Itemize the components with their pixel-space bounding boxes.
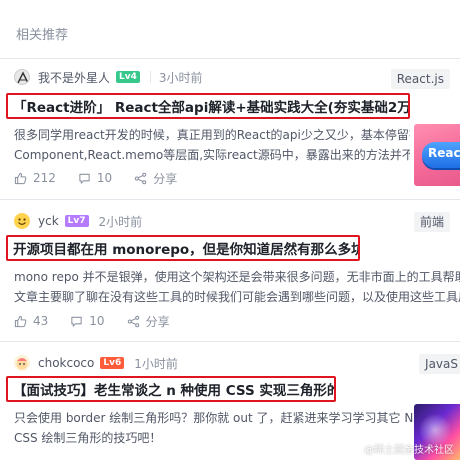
article-actions: 43 10 分享	[14, 312, 192, 330]
level-badge: Lv4	[116, 71, 140, 83]
article-meta: 我不是外星人 Lv4 3小时前	[14, 67, 203, 87]
excerpt-line: Component,React.memo等层面,实际react源码中，暴露出来的…	[14, 148, 410, 162]
share-label: 分享	[153, 171, 178, 186]
excerpt-line: 文章主要聊了聊在没有这些工具的时候我们可能会遇到哪些问题，以及使用这些工具后解决…	[14, 290, 460, 304]
avatar[interactable]	[14, 213, 30, 229]
article-title-text: 【面试技巧】老生常谈之 n 种使用 CSS 实现三角形的技巧	[13, 383, 336, 399]
article-actions: 212 10 分享	[14, 169, 199, 187]
author-name[interactable]: chokcoco	[38, 356, 94, 370]
author-name[interactable]: 我不是外星人	[38, 69, 110, 86]
article-excerpt[interactable]: 只会使用 border 绘制三角形吗？那你就 out 了，赶紧进来学习学习其它 …	[14, 408, 414, 448]
avatar[interactable]	[14, 69, 30, 85]
article-meta: yck Lv7 2小时前	[14, 211, 142, 231]
section-title: 相关推荐	[16, 28, 69, 43]
share-icon	[134, 172, 147, 184]
comment-icon	[71, 316, 82, 327]
level-badge: Lv6	[100, 357, 125, 369]
article-title-text: 「React进阶」 React全部api解读+基础实践大全(夯实基础2万字总结)	[13, 100, 410, 116]
excerpt-line: 很多同学用react开发的时候，真正用到的React的api少之又少，基本停留在	[14, 128, 410, 142]
divider	[149, 71, 151, 83]
comment-button[interactable]: 10	[78, 171, 112, 185]
article-tag[interactable]: JavaS	[419, 354, 460, 374]
article-title[interactable]: 【面试技巧】老生常谈之 n 种使用 CSS 实现三角形的技巧	[6, 376, 336, 402]
thumbs-up-icon	[14, 172, 27, 184]
thumbs-up-icon	[14, 315, 27, 327]
watermark: @稀土掘金技术社区	[364, 445, 454, 456]
divider	[0, 199, 460, 200]
article-thumbnail[interactable]: Reac	[414, 124, 460, 186]
post-time: 1小时前	[134, 356, 178, 371]
level-badge: Lv7	[64, 215, 89, 227]
comment-icon	[79, 173, 90, 184]
article-excerpt[interactable]: mono repo 并不是银弹，使用这个架构还是会带来很多问题，无非市面上的工具…	[14, 267, 460, 307]
like-button[interactable]: 212	[14, 171, 56, 185]
share-button[interactable]: 分享	[127, 313, 170, 330]
post-time: 3小时前	[158, 70, 203, 85]
share-icon	[127, 315, 139, 327]
excerpt-line: mono repo 并不是银弹，使用这个架构还是会带来很多问题，无非市面上的工具…	[14, 270, 460, 284]
article-excerpt[interactable]: 很多同学用react开发的时候，真正用到的React的api少之又少，基本停留在…	[14, 125, 410, 165]
article-meta: chokcoco Lv6 1小时前	[14, 353, 178, 373]
like-count: 212	[33, 171, 56, 185]
article-title[interactable]: 开源项目都在用 monorepo，但是你知道居然有那么多坑么？	[6, 235, 360, 261]
divider	[0, 58, 460, 59]
excerpt-line: 只会使用 border 绘制三角形吗？那你就 out 了，赶紧进来学习学习其它 …	[14, 411, 414, 425]
article-tag[interactable]: React.js	[390, 69, 450, 89]
recommendation-panel: 相关推荐 我不是外星人 Lv4 3小时前 React.js 「React进阶」 …	[0, 0, 460, 460]
article-title-text: 开源项目都在用 monorepo，但是你知道居然有那么多坑么？	[13, 242, 360, 258]
comment-count: 10	[89, 314, 105, 328]
comment-button[interactable]: 10	[70, 314, 105, 328]
comment-count: 10	[96, 171, 113, 185]
excerpt-line: CSS 绘制三角形的技巧吧！	[14, 431, 162, 445]
article-title[interactable]: 「React进阶」 React全部api解读+基础实践大全(夯实基础2万字总结)	[6, 93, 410, 119]
react-logo-pill: Reac	[422, 142, 460, 168]
article-tag[interactable]: 前端	[413, 212, 450, 232]
divider	[0, 341, 460, 342]
author-name[interactable]: yck	[38, 214, 59, 228]
post-time: 2小时前	[98, 214, 143, 229]
like-count: 43	[33, 314, 49, 328]
share-button[interactable]: 分享	[134, 170, 177, 187]
like-button[interactable]: 43	[14, 314, 48, 328]
thumbnail-text: Reac	[428, 146, 460, 160]
share-label: 分享	[145, 314, 170, 329]
avatar[interactable]	[14, 355, 30, 371]
